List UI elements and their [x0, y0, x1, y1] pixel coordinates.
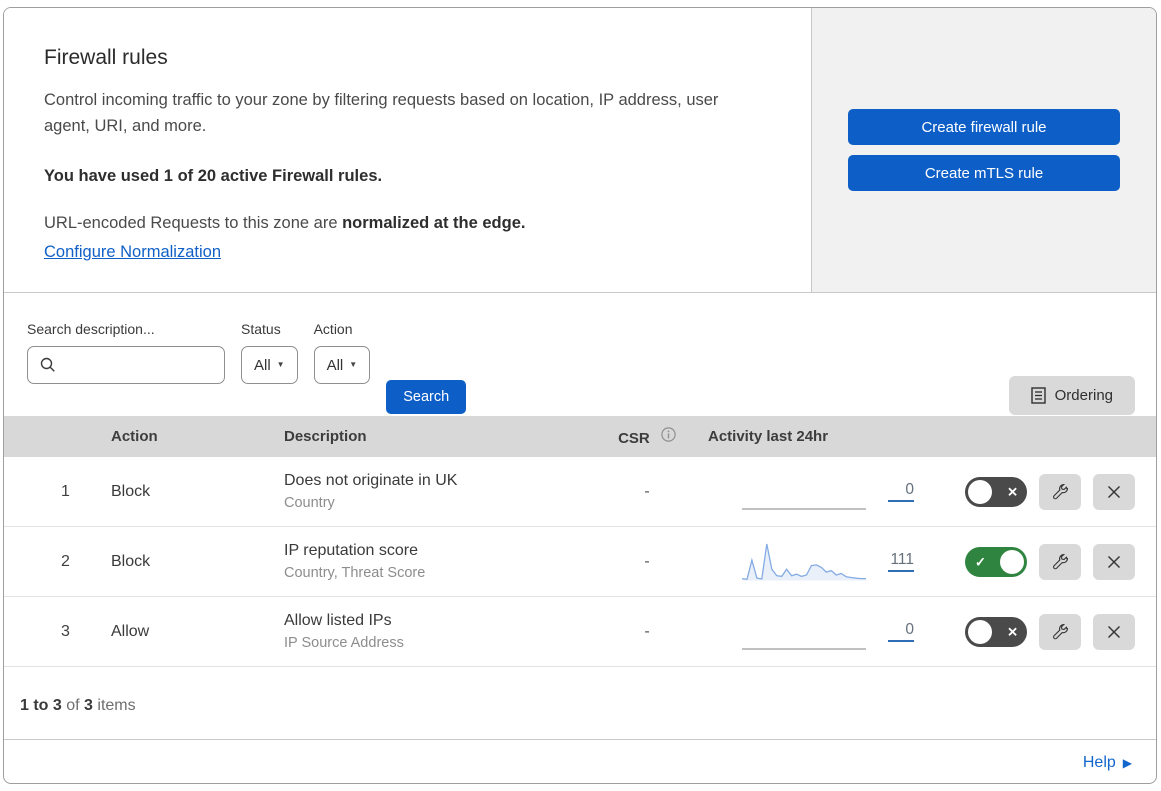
- activity-sparkline-chart: [741, 542, 866, 582]
- firewall-rules-card: Firewall rules Control incoming traffic …: [3, 7, 1157, 784]
- wrench-icon: [1051, 483, 1069, 501]
- ordering-button[interactable]: Ordering: [1008, 376, 1135, 415]
- rule-criteria: Country, Threat Score: [284, 565, 426, 581]
- usage-summary: You have used 1 of 20 active Firewall ru…: [44, 167, 383, 185]
- action-filter-dropdown[interactable]: All ▼: [313, 346, 371, 384]
- rule-csr-value: -: [644, 482, 650, 500]
- search-icon: [40, 357, 56, 373]
- info-icon[interactable]: [661, 426, 676, 442]
- page-title: Firewall rules: [44, 46, 168, 69]
- search-button[interactable]: Search: [386, 380, 467, 414]
- items-label: items: [92, 697, 136, 714]
- rule-priority: 2: [61, 552, 70, 570]
- action-filter-label: Action: [313, 321, 353, 337]
- rule-description: Allow listed IPs: [284, 612, 392, 629]
- items-of-text: of: [61, 697, 85, 714]
- rule-action: Block: [111, 482, 151, 500]
- activity-count-link[interactable]: 0: [888, 621, 914, 642]
- rule-priority: 1: [61, 482, 70, 500]
- csr-column-label: CSR: [618, 429, 650, 447]
- table-header-row: Action Description CSR Activity last 24h…: [4, 416, 1156, 457]
- toggle-knob: [968, 619, 992, 644]
- arrow-right-icon: ▶: [1122, 756, 1132, 770]
- create-firewall-rule-button[interactable]: Create firewall rule: [848, 109, 1120, 145]
- rule-enable-toggle[interactable]: ✓ ✕: [965, 476, 1027, 507]
- chevron-down-icon: ▼: [349, 360, 358, 369]
- status-filter-dropdown[interactable]: All ▼: [241, 346, 298, 384]
- status-filter-value: All: [254, 356, 271, 374]
- page-description: Control incoming traffic to your zone by…: [44, 91, 719, 135]
- pagination-summary: 1 to 3 of 3 items: [4, 667, 1156, 739]
- rule-description: Does not originate in UK: [284, 472, 458, 489]
- rule-criteria: Country: [284, 495, 335, 511]
- csr-column-header: CSR: [592, 426, 702, 447]
- activity-count-link[interactable]: 0: [888, 481, 914, 502]
- toggle-knob: [1000, 549, 1024, 574]
- activity-count-link[interactable]: 111: [888, 551, 914, 572]
- delete-rule-button[interactable]: [1093, 543, 1135, 580]
- table-row: 2 Block IP reputation score Country, Thr…: [4, 527, 1156, 597]
- table-row: 1 Block Does not originate in UK Country…: [4, 457, 1156, 527]
- normalization-bold: normalized at the edge.: [342, 214, 526, 232]
- rule-csr-value: -: [644, 622, 650, 640]
- table-row: 3 Allow Allow listed IPs IP Source Addre…: [4, 597, 1156, 667]
- rule-criteria: IP Source Address: [284, 635, 404, 651]
- wrench-icon: [1051, 623, 1069, 641]
- header-text-block: Firewall rules Control incoming traffic …: [4, 8, 811, 292]
- help-bar: Help ▶: [4, 739, 1156, 783]
- activity-sparkline-flat: [742, 612, 866, 652]
- delete-rule-button[interactable]: [1093, 613, 1135, 650]
- ordering-list-icon: [1030, 387, 1046, 404]
- action-filter-value: All: [326, 356, 344, 374]
- help-link[interactable]: Help ▶: [1083, 754, 1132, 772]
- cross-icon: ✕: [1007, 624, 1018, 639]
- rule-enable-toggle[interactable]: ✓ ✕: [965, 616, 1027, 647]
- cross-icon: ✕: [1007, 484, 1018, 499]
- normalization-text: URL-encoded Requests to this zone are no…: [44, 214, 771, 233]
- delete-rule-button[interactable]: [1093, 473, 1135, 510]
- chevron-down-icon: ▼: [276, 360, 285, 369]
- activity-column-header: Activity last 24hr: [708, 428, 829, 445]
- items-range: 1 to 3: [20, 697, 62, 714]
- filter-bar: Search description... Status All ▼ Actio…: [4, 293, 1156, 416]
- close-icon: [1106, 624, 1122, 640]
- edit-rule-button[interactable]: [1039, 543, 1081, 580]
- help-link-label: Help: [1082, 754, 1116, 771]
- rule-priority: 3: [61, 622, 70, 640]
- configure-normalization-link[interactable]: Configure Normalization: [44, 243, 221, 262]
- status-filter-label: Status: [241, 321, 281, 337]
- search-label: Search description...: [27, 321, 155, 337]
- toggle-knob: [968, 479, 992, 504]
- wrench-icon: [1051, 553, 1069, 571]
- search-input-wrapper: [27, 346, 245, 384]
- ordering-button-label: Ordering: [1054, 387, 1113, 404]
- create-mtls-rule-button[interactable]: Create mTLS rule: [848, 155, 1120, 191]
- check-icon: ✓: [975, 554, 986, 569]
- close-icon: [1106, 554, 1122, 570]
- normalization-prefix: URL-encoded Requests to this zone are: [44, 214, 343, 232]
- description-column-header: Description: [284, 428, 367, 445]
- rule-description: IP reputation score: [284, 542, 419, 559]
- close-icon: [1106, 484, 1122, 500]
- edit-rule-button[interactable]: [1039, 473, 1081, 510]
- header-section: Firewall rules Control incoming traffic …: [4, 8, 1156, 293]
- header-actions-panel: Create firewall rule Create mTLS rule: [811, 8, 1156, 292]
- rule-enable-toggle[interactable]: ✓ ✕: [965, 546, 1027, 577]
- items-total: 3: [84, 697, 93, 714]
- action-column-header: Action: [111, 428, 158, 445]
- search-input[interactable]: [64, 347, 245, 383]
- rule-csr-value: -: [644, 552, 650, 570]
- rule-action: Block: [111, 552, 151, 570]
- rule-action: Allow: [111, 622, 150, 640]
- activity-sparkline-flat: [742, 472, 866, 512]
- edit-rule-button[interactable]: [1039, 613, 1081, 650]
